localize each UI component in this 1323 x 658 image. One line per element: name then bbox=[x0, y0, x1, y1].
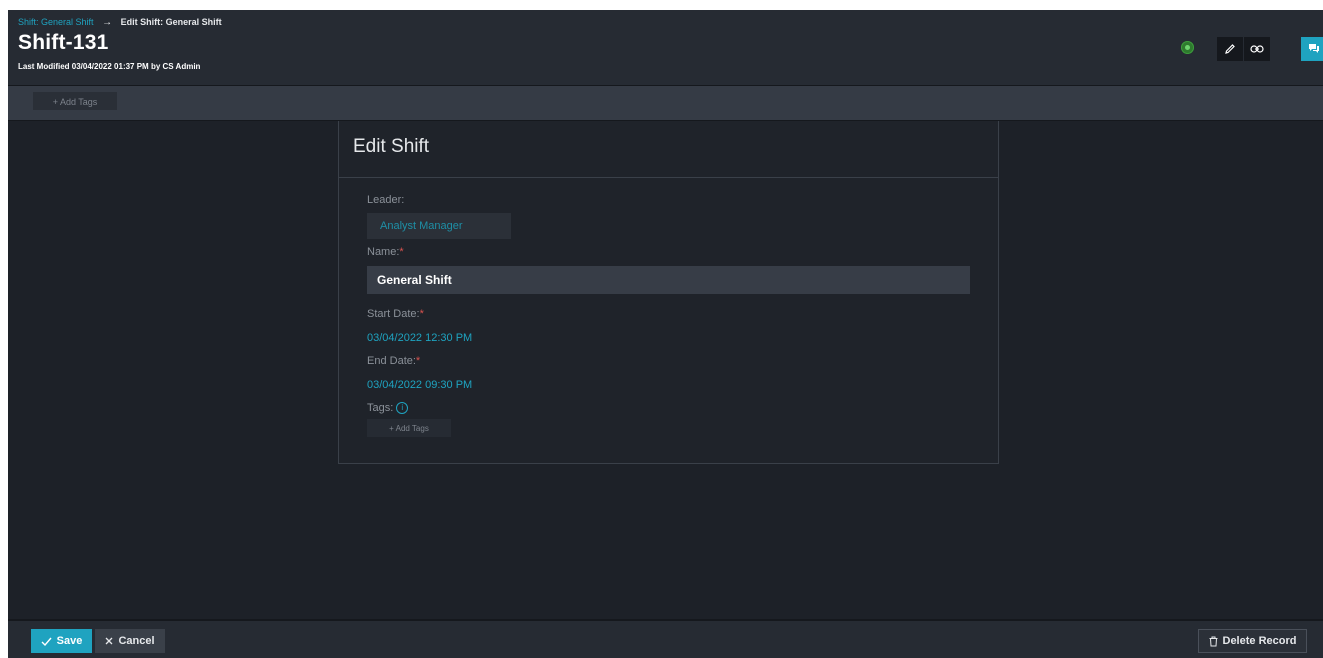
info-icon[interactable]: i bbox=[396, 402, 409, 415]
online-status-icon[interactable] bbox=[1181, 41, 1194, 54]
save-button[interactable]: Save bbox=[31, 629, 92, 653]
check-icon bbox=[41, 637, 52, 646]
name-field[interactable] bbox=[367, 266, 970, 294]
start-date-label-text: Start Date: bbox=[367, 308, 420, 320]
required-marker: * bbox=[419, 308, 424, 320]
leader-label: Leader: bbox=[367, 194, 405, 206]
start-date-label: Start Date:* bbox=[367, 308, 424, 320]
chat-icon bbox=[1309, 44, 1319, 53]
last-modified-text: Last Modified 03/04/2022 01:37 PM by CS … bbox=[18, 62, 201, 71]
end-date-field[interactable]: 03/04/2022 09:30 PM bbox=[367, 379, 472, 391]
required-marker: * bbox=[415, 355, 421, 367]
edit-button[interactable] bbox=[1217, 37, 1243, 61]
breadcrumb-arrow: → bbox=[102, 17, 113, 28]
leader-field[interactable]: Analyst Manager bbox=[367, 213, 511, 239]
page-title: Shift-131 bbox=[18, 31, 109, 54]
name-label: Name:* bbox=[367, 246, 404, 258]
breadcrumb-current: Edit Shift: General Shift bbox=[120, 17, 222, 27]
close-icon bbox=[105, 637, 113, 645]
app-window: Shift: General Shift → Edit Shift: Gener… bbox=[8, 10, 1323, 658]
cancel-button[interactable]: Cancel bbox=[95, 629, 165, 653]
name-label-text: Name: bbox=[367, 246, 400, 258]
panel-title: Edit Shift bbox=[353, 136, 430, 157]
end-date-label-text: End Date: bbox=[367, 355, 416, 367]
breadcrumb-parent-link[interactable]: Shift: General Shift bbox=[18, 17, 94, 27]
record-header: Shift: General Shift → Edit Shift: Gener… bbox=[8, 10, 1323, 86]
add-tags-button[interactable]: + Add Tags bbox=[33, 92, 117, 110]
cancel-button-label: Cancel bbox=[118, 635, 155, 647]
tags-bar: + Add Tags bbox=[8, 86, 1323, 121]
edit-shift-panel: Edit Shift Leader: Analyst Manager Name:… bbox=[338, 121, 999, 464]
start-date-field[interactable]: 03/04/2022 12:30 PM bbox=[367, 332, 472, 344]
action-footer: Save Cancel Delete Record bbox=[8, 619, 1323, 658]
end-date-label: End Date:* bbox=[367, 355, 420, 367]
delete-button-label: Delete Record bbox=[1222, 635, 1297, 647]
save-button-label: Save bbox=[56, 635, 83, 647]
pencil-icon bbox=[1225, 44, 1235, 54]
tags-label-text: Tags: bbox=[367, 402, 394, 414]
link-icon bbox=[1250, 45, 1264, 53]
breadcrumb: Shift: General Shift → Edit Shift: Gener… bbox=[18, 17, 222, 28]
required-marker: * bbox=[399, 246, 404, 258]
delete-record-button[interactable]: Delete Record bbox=[1198, 629, 1307, 653]
copy-link-button[interactable] bbox=[1244, 37, 1270, 61]
add-tags-field-button[interactable]: + Add Tags bbox=[367, 419, 451, 437]
trash-icon bbox=[1209, 636, 1217, 646]
chat-button[interactable] bbox=[1301, 37, 1323, 61]
panel-header: Edit Shift bbox=[339, 121, 998, 178]
tags-label: Tags: i bbox=[367, 402, 409, 415]
